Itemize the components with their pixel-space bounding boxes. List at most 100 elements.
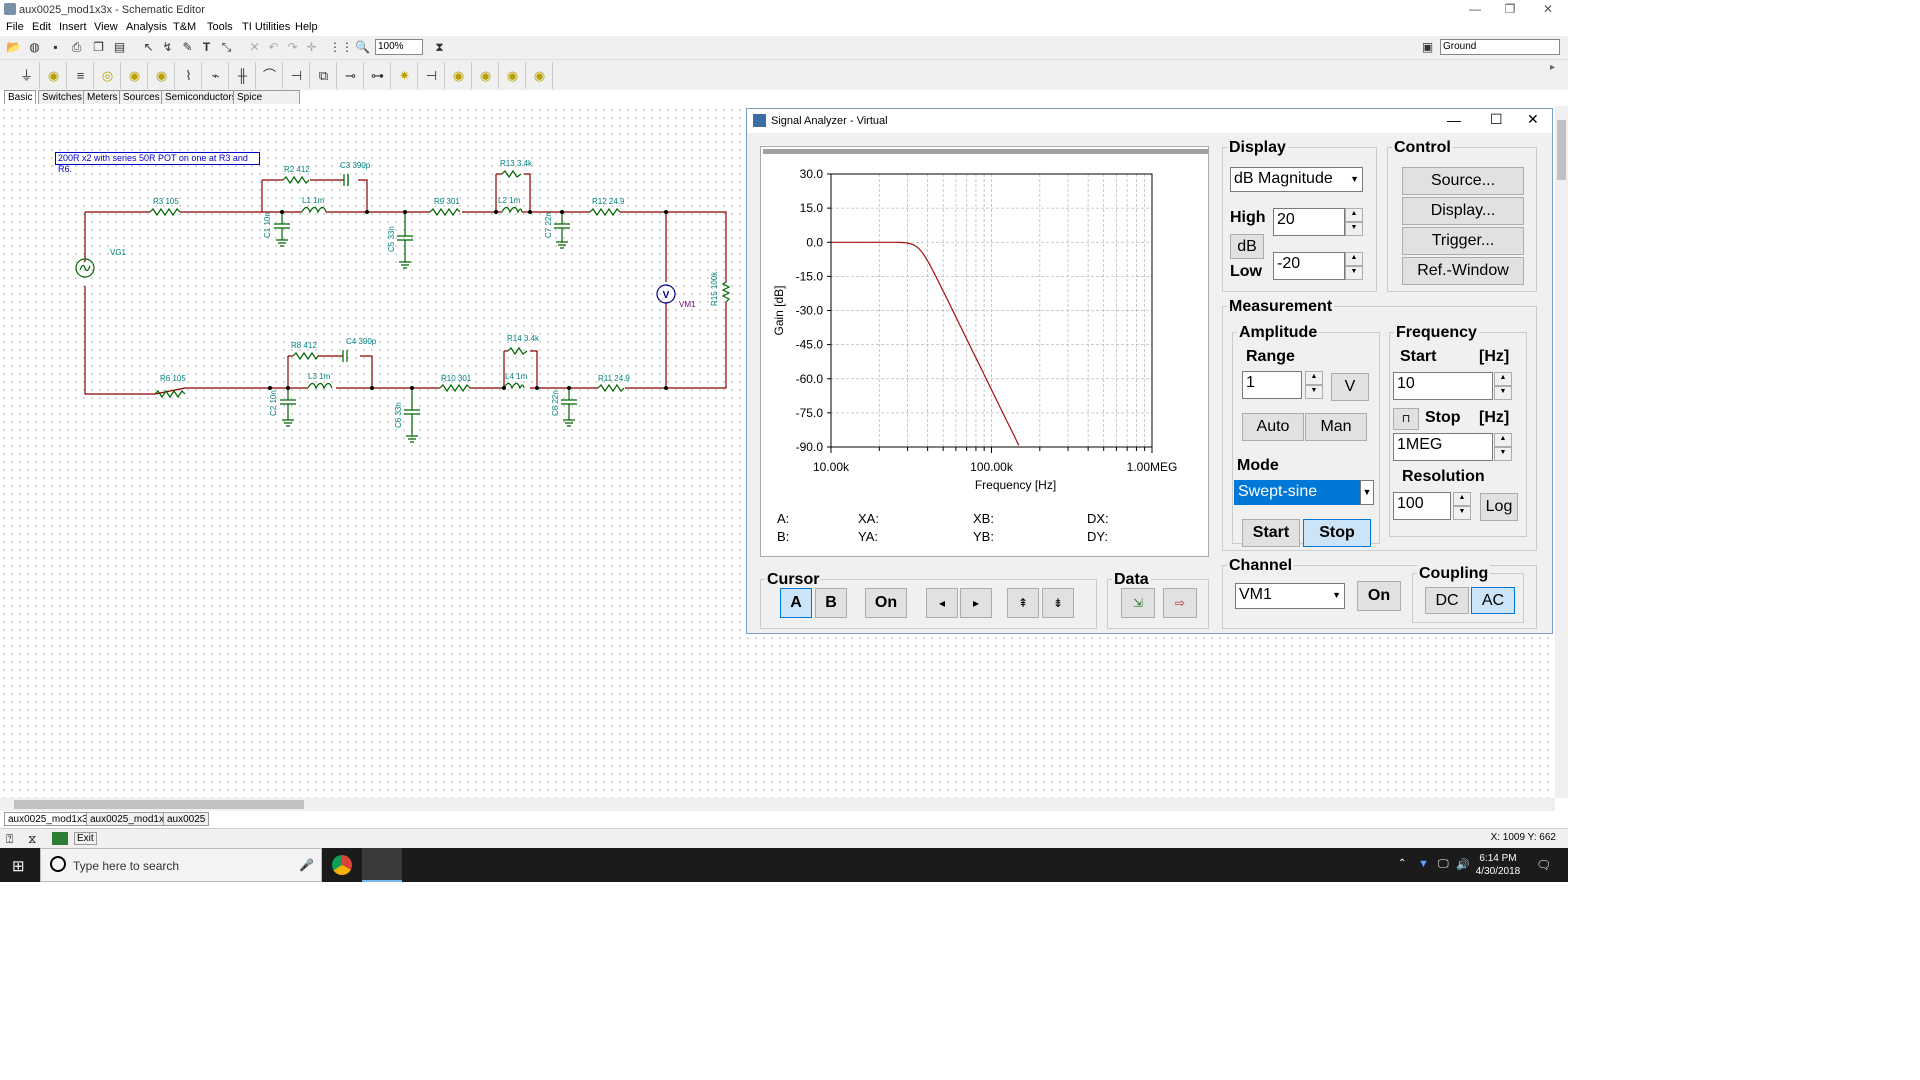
coil-icon[interactable]: ⌒: [257, 62, 283, 89]
range-unit-button[interactable]: V: [1331, 373, 1369, 401]
exit-button[interactable]: Exit: [74, 832, 97, 845]
current-source-icon[interactable]: ◎: [95, 62, 121, 89]
man-button[interactable]: Man: [1305, 413, 1367, 441]
cursor-down-button[interactable]: ⇟: [1042, 588, 1074, 618]
high-spin-down[interactable]: ▼: [1345, 222, 1363, 236]
cursor-left-button[interactable]: ◂: [926, 588, 958, 618]
range-spin-down[interactable]: ▼: [1305, 385, 1323, 399]
menu-file[interactable]: File: [6, 21, 24, 33]
switch2-icon[interactable]: ⊶: [365, 62, 391, 89]
menu-help[interactable]: Help: [295, 21, 318, 33]
stop-measurement-button[interactable]: Stop: [1303, 519, 1371, 547]
analyzer-maximize-button[interactable]: ☐: [1490, 111, 1503, 128]
cursor-b-button[interactable]: B: [815, 588, 847, 618]
network-icon[interactable]: 🖵: [1438, 858, 1449, 871]
meter2-icon[interactable]: ◉: [473, 62, 499, 89]
menu-insert[interactable]: Insert: [59, 21, 87, 33]
wire-icon[interactable]: ↯: [158, 38, 177, 57]
taskbar-clock[interactable]: 6:14 PM 4/30/2018: [1468, 852, 1528, 880]
move-icon[interactable]: ✛: [302, 38, 321, 57]
undo-icon[interactable]: ↶: [264, 38, 283, 57]
menu-analysis[interactable]: Analysis: [126, 21, 167, 33]
taskbar-search[interactable]: Type here to search 🎤: [40, 848, 322, 882]
vscroll-thumb[interactable]: [1557, 120, 1566, 180]
pulse-icon[interactable]: ◉: [149, 62, 175, 89]
start-frequency-input[interactable]: 10: [1393, 372, 1493, 400]
meter3-icon[interactable]: ◉: [500, 62, 526, 89]
generator-icon[interactable]: ◉: [122, 62, 148, 89]
bus-icon[interactable]: ≡: [68, 62, 94, 89]
cursor-a-button[interactable]: A: [780, 588, 812, 618]
text-icon[interactable]: T: [197, 38, 216, 57]
stop-toggle-icon[interactable]: ⊓: [1393, 408, 1419, 430]
start-freq-spin-up[interactable]: ▲: [1494, 372, 1512, 386]
vpn-icon[interactable]: ▼: [1418, 858, 1429, 870]
lamp-icon[interactable]: ✷: [392, 62, 418, 89]
redo-icon[interactable]: ↷: [283, 38, 302, 57]
horizontal-scrollbar[interactable]: [0, 798, 1555, 811]
display-mode-select[interactable]: dB Magnitude ▼: [1230, 167, 1363, 192]
analyzer-icon[interactable]: [52, 832, 68, 845]
minimize-button[interactable]: —: [1455, 0, 1495, 19]
net-icon[interactable]: ▣: [1418, 38, 1437, 57]
import-data-icon[interactable]: ⇲: [1121, 588, 1155, 618]
sheet-tab-aux0025[interactable]: aux0025: [163, 812, 210, 826]
microphone-icon[interactable]: 🎤: [299, 858, 314, 872]
paste-icon[interactable]: ▤: [110, 38, 129, 57]
low-spin-up[interactable]: ▲: [1345, 252, 1363, 266]
sheet-tab-mod1x2[interactable]: aux0025_mod1x2: [86, 812, 174, 826]
windows-start-icon[interactable]: ⊞: [12, 857, 25, 875]
menu-ti-utilities[interactable]: TI Utilities: [242, 21, 290, 33]
terminal-icon[interactable]: ⊣: [419, 62, 445, 89]
diode-icon[interactable]: ⊣: [284, 62, 310, 89]
resolution-input[interactable]: 100: [1393, 492, 1451, 520]
menu-tm[interactable]: T&M: [173, 21, 196, 33]
ground-icon[interactable]: ⏚: [14, 62, 40, 89]
vertical-scrollbar[interactable]: [1555, 106, 1568, 798]
transformer-icon[interactable]: ⧉: [311, 62, 337, 89]
inductor-icon[interactable]: ⌁: [203, 62, 229, 89]
start-freq-spin-down[interactable]: ▼: [1494, 386, 1512, 400]
menu-view[interactable]: View: [94, 21, 118, 33]
analyzer-close-button[interactable]: ✕: [1527, 111, 1539, 128]
tina-taskbar-button[interactable]: [362, 848, 402, 882]
hscroll-thumb[interactable]: [14, 800, 304, 809]
voltage-source-icon[interactable]: ◉: [41, 62, 67, 89]
net-select[interactable]: Ground: [1440, 39, 1560, 55]
source-button[interactable]: Source...: [1402, 167, 1524, 195]
stop-frequency-input[interactable]: 1MEG: [1393, 433, 1493, 461]
switch-icon[interactable]: ⊸: [338, 62, 364, 89]
print-icon[interactable]: ⎙: [67, 38, 86, 57]
web-icon[interactable]: ◍: [25, 38, 44, 57]
chrome-icon[interactable]: [332, 855, 352, 875]
channel-select[interactable]: VM1 ▼: [1235, 583, 1345, 609]
close-button[interactable]: ✕: [1528, 0, 1568, 19]
low-spin-down[interactable]: ▼: [1345, 266, 1363, 280]
copy-icon[interactable]: ❐: [89, 38, 108, 57]
tray-up-icon[interactable]: ⌃: [1398, 858, 1406, 869]
tab-switches[interactable]: Switches: [38, 90, 87, 104]
probe-icon[interactable]: ⤡: [217, 38, 236, 57]
tab-sources[interactable]: Sources: [119, 90, 164, 104]
channel-on-button[interactable]: On: [1357, 581, 1401, 611]
oscilloscope-icon[interactable]: ⧖: [28, 832, 36, 847]
analyzer-minimize-button[interactable]: —: [1447, 112, 1461, 128]
save-icon[interactable]: ▪: [46, 38, 65, 57]
trigger-button[interactable]: Trigger...: [1402, 227, 1524, 255]
stop-freq-spin-up[interactable]: ▲: [1494, 433, 1512, 447]
cursor-right-button[interactable]: ▸: [960, 588, 992, 618]
component-icon[interactable]: ⧗: [430, 38, 449, 57]
mode-select[interactable]: Swept-sine ▼: [1234, 480, 1374, 505]
menu-edit[interactable]: Edit: [32, 21, 51, 33]
delete-icon[interactable]: ✕: [245, 38, 264, 57]
log-button[interactable]: Log: [1480, 493, 1518, 521]
cursor-up-button[interactable]: ⇞: [1007, 588, 1039, 618]
tab-semiconductors[interactable]: Semiconductors: [161, 90, 241, 104]
auto-button[interactable]: Auto: [1242, 413, 1304, 441]
range-spin-up[interactable]: ▲: [1305, 371, 1323, 385]
grid-icon[interactable]: ⋮⋮: [329, 38, 353, 57]
resolution-spin-down[interactable]: ▼: [1453, 506, 1471, 520]
high-spin-up[interactable]: ▲: [1345, 208, 1363, 222]
help-icon[interactable]: ⍰: [6, 832, 13, 847]
cursor-on-button[interactable]: On: [865, 588, 907, 618]
